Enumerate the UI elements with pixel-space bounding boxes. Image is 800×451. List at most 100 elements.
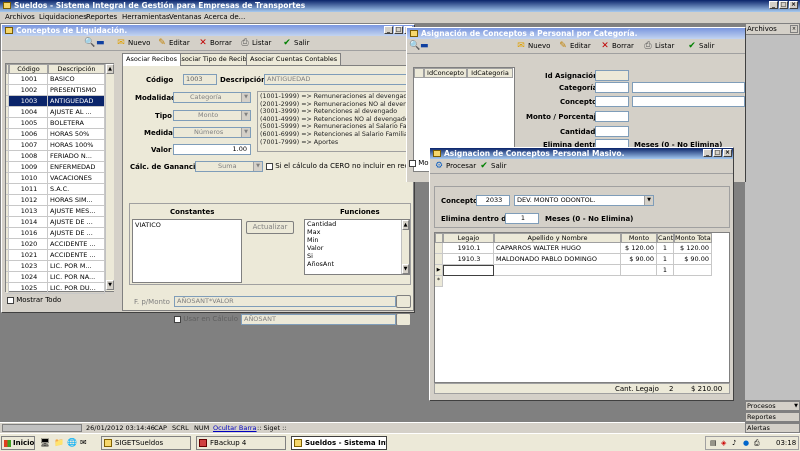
cell-codigo[interactable]: 1009	[9, 162, 48, 173]
col-monto[interactable]: Monto	[621, 233, 657, 243]
table-row[interactable]: 1010 VACACIONES	[6, 173, 105, 184]
col-cant[interactable]: Cant	[657, 233, 674, 243]
info-icon[interactable]: ●	[743, 437, 749, 449]
col-idconcepto[interactable]: IdConcepto	[424, 68, 467, 78]
elimina-field[interactable]: 1	[505, 213, 539, 224]
medida-select[interactable]: Números ▼	[173, 127, 251, 138]
close-icon[interactable]: ×	[723, 149, 732, 157]
borrar-button[interactable]: ✕ Borrar	[600, 41, 634, 52]
funciones-scrollbar[interactable]: ▲ ▼	[401, 220, 409, 274]
mo-checkbox[interactable]	[409, 159, 416, 167]
cell-total[interactable]: $ 90.00	[674, 254, 712, 265]
table-row[interactable]: 1021 ACCIDENTE ...	[6, 250, 105, 261]
quicklaunch-icon[interactable]: 🖥	[40, 438, 50, 447]
cell-descripcion[interactable]: ANTIGUEDAD	[48, 96, 105, 107]
cell-legajo[interactable]: 1910.3	[443, 254, 494, 265]
cero-option[interactable]: Si el cálculo da CERO no incluir en reci…	[266, 162, 419, 170]
col-descripcion[interactable]: Descripción	[48, 64, 105, 74]
menu-herramientas[interactable]: Herramientas	[122, 12, 170, 23]
listar-button[interactable]: ⎙ Listar	[643, 41, 674, 52]
cell-descripcion[interactable]: PRESENTISMO	[48, 85, 105, 96]
cell-descripcion[interactable]: ENFERMEDAD	[48, 162, 105, 173]
modalidad-select[interactable]: Categoría ▼	[173, 92, 251, 103]
row-selector[interactable]	[435, 254, 443, 265]
cell-descripcion[interactable]: HORAS 100%	[48, 140, 105, 151]
salir-button[interactable]: ✔ Salir	[687, 41, 714, 52]
minimize-icon[interactable]: _	[769, 1, 778, 9]
clock[interactable]: 03:18	[776, 437, 796, 449]
menu-ventanas[interactable]: Ventanas	[169, 12, 201, 23]
cell-descripcion[interactable]: AJUSTE AL ...	[48, 107, 105, 118]
taskbar-item-fbackup[interactable]: FBackup 4	[196, 436, 286, 450]
col-monto-total[interactable]: Monto Total	[674, 233, 712, 243]
search-icon[interactable]: 🔍	[84, 38, 95, 49]
tab-asociar-recibos[interactable]: Asociar Recibos	[122, 53, 182, 66]
cell-descripcion[interactable]: VACACIONES	[48, 173, 105, 184]
menu-acerca[interactable]: Acerca de...	[204, 12, 245, 23]
formula-monto-field[interactable]: AÑOSANT*VALOR	[174, 296, 396, 307]
explorer-icon[interactable]: 📁	[54, 438, 64, 447]
cell-cant[interactable]: 1	[657, 265, 674, 276]
cell-descripcion[interactable]: LIC. POR DU...	[48, 283, 105, 294]
printer-icon[interactable]: ⎙	[754, 437, 760, 449]
cell-codigo[interactable]: 1016	[9, 228, 48, 239]
table-row[interactable]: 1025 LIC. POR DU...	[6, 283, 105, 294]
cell-codigo[interactable]: 1024	[9, 272, 48, 283]
cell-descripcion[interactable]: FERIADO N...	[48, 151, 105, 162]
cell-codigo[interactable]: 1002	[9, 85, 48, 96]
scroll-down-icon[interactable]: ▼	[402, 264, 409, 274]
cell-cant[interactable]: 1	[657, 254, 674, 265]
funcion-item[interactable]: Min	[305, 236, 409, 244]
formula-cant-field[interactable]: AÑOSANT	[241, 314, 396, 325]
table-row[interactable]: 1005 BOLETERA	[6, 118, 105, 129]
cell-codigo[interactable]: 1021	[9, 250, 48, 261]
archivos-panel-header[interactable]: Archivos ×	[745, 23, 800, 35]
cell-legajo[interactable]: 1910.1	[443, 243, 494, 254]
cell-total[interactable]	[674, 265, 712, 276]
mail-icon[interactable]: ✉	[80, 438, 87, 447]
table-row[interactable]: 1013 AJUSTE MES...	[6, 206, 105, 217]
cell-nombre[interactable]: CAPARROS WALTER HUGO	[494, 243, 621, 254]
cell-codigo[interactable]: 1010	[9, 173, 48, 184]
table-row[interactable]: 1004 AJUSTE AL ...	[6, 107, 105, 118]
scroll-down-icon[interactable]: ▼	[106, 280, 114, 290]
reportes-panel[interactable]: Reportes	[745, 412, 800, 422]
cell-descripcion[interactable]: BASICO	[48, 74, 105, 85]
borrar-button[interactable]: ✕ Borrar	[198, 38, 232, 49]
cell-codigo[interactable]: 1023	[9, 261, 48, 272]
col-codigo[interactable]: Código	[9, 64, 48, 74]
table-row[interactable]: 1024 LIC. POR NA...	[6, 272, 105, 283]
editar-button[interactable]: ✎ Editar	[558, 41, 591, 52]
cell-descripcion[interactable]: LIC. POR NA...	[48, 272, 105, 283]
constantes-list[interactable]: VIATICO	[132, 219, 242, 283]
col-idcategoria[interactable]: IdCategoria	[467, 68, 513, 78]
table-row[interactable]: 1007 HORAS 100%	[6, 140, 105, 151]
salir-button[interactable]: ✔ Salir	[479, 161, 506, 172]
table-row[interactable]: 1002 PRESENTISMO	[6, 85, 105, 96]
categoria-desc-field[interactable]	[632, 82, 745, 93]
usar-en-calculo[interactable]: Usar en Cálculo	[174, 315, 238, 323]
editar-button[interactable]: ✎ Editar	[157, 38, 190, 49]
network-icon[interactable]: ▤	[710, 437, 717, 449]
funcion-item[interactable]: Valor	[305, 244, 409, 252]
cell-codigo[interactable]: 1013	[9, 206, 48, 217]
maximize-icon[interactable]: □	[394, 26, 403, 34]
valor-field[interactable]: 1.00	[173, 144, 251, 155]
cell-codigo[interactable]: 1006	[9, 129, 48, 140]
ocultar-barra-link[interactable]: Ocultar Barra	[213, 423, 257, 433]
cell-codigo[interactable]: 1014	[9, 217, 48, 228]
cell-monto[interactable]: $ 90.00	[621, 254, 657, 265]
cell-descripcion[interactable]: AJUSTE DE ...	[48, 228, 105, 239]
cell-descripcion[interactable]: HORAS 50%	[48, 129, 105, 140]
nuevo-button[interactable]: ✉ Nuevo	[516, 41, 550, 52]
row-selector[interactable]	[435, 243, 443, 254]
table-row[interactable]: 1001 BASICO	[6, 74, 105, 85]
ganancias-select[interactable]: Suma ▼	[195, 161, 263, 172]
cell-codigo[interactable]: 1012	[9, 195, 48, 206]
mostrar-todo[interactable]: Mostrar Todo	[7, 296, 61, 304]
mo-option[interactable]: Mo	[409, 159, 429, 167]
salir-button[interactable]: ✔ Salir	[282, 38, 309, 49]
concepto-select[interactable]: DEV. MONTO ODONTOL. ▼	[514, 195, 654, 206]
formula-monto-button[interactable]	[396, 295, 411, 308]
cell-descripcion[interactable]: BOLETERA	[48, 118, 105, 129]
